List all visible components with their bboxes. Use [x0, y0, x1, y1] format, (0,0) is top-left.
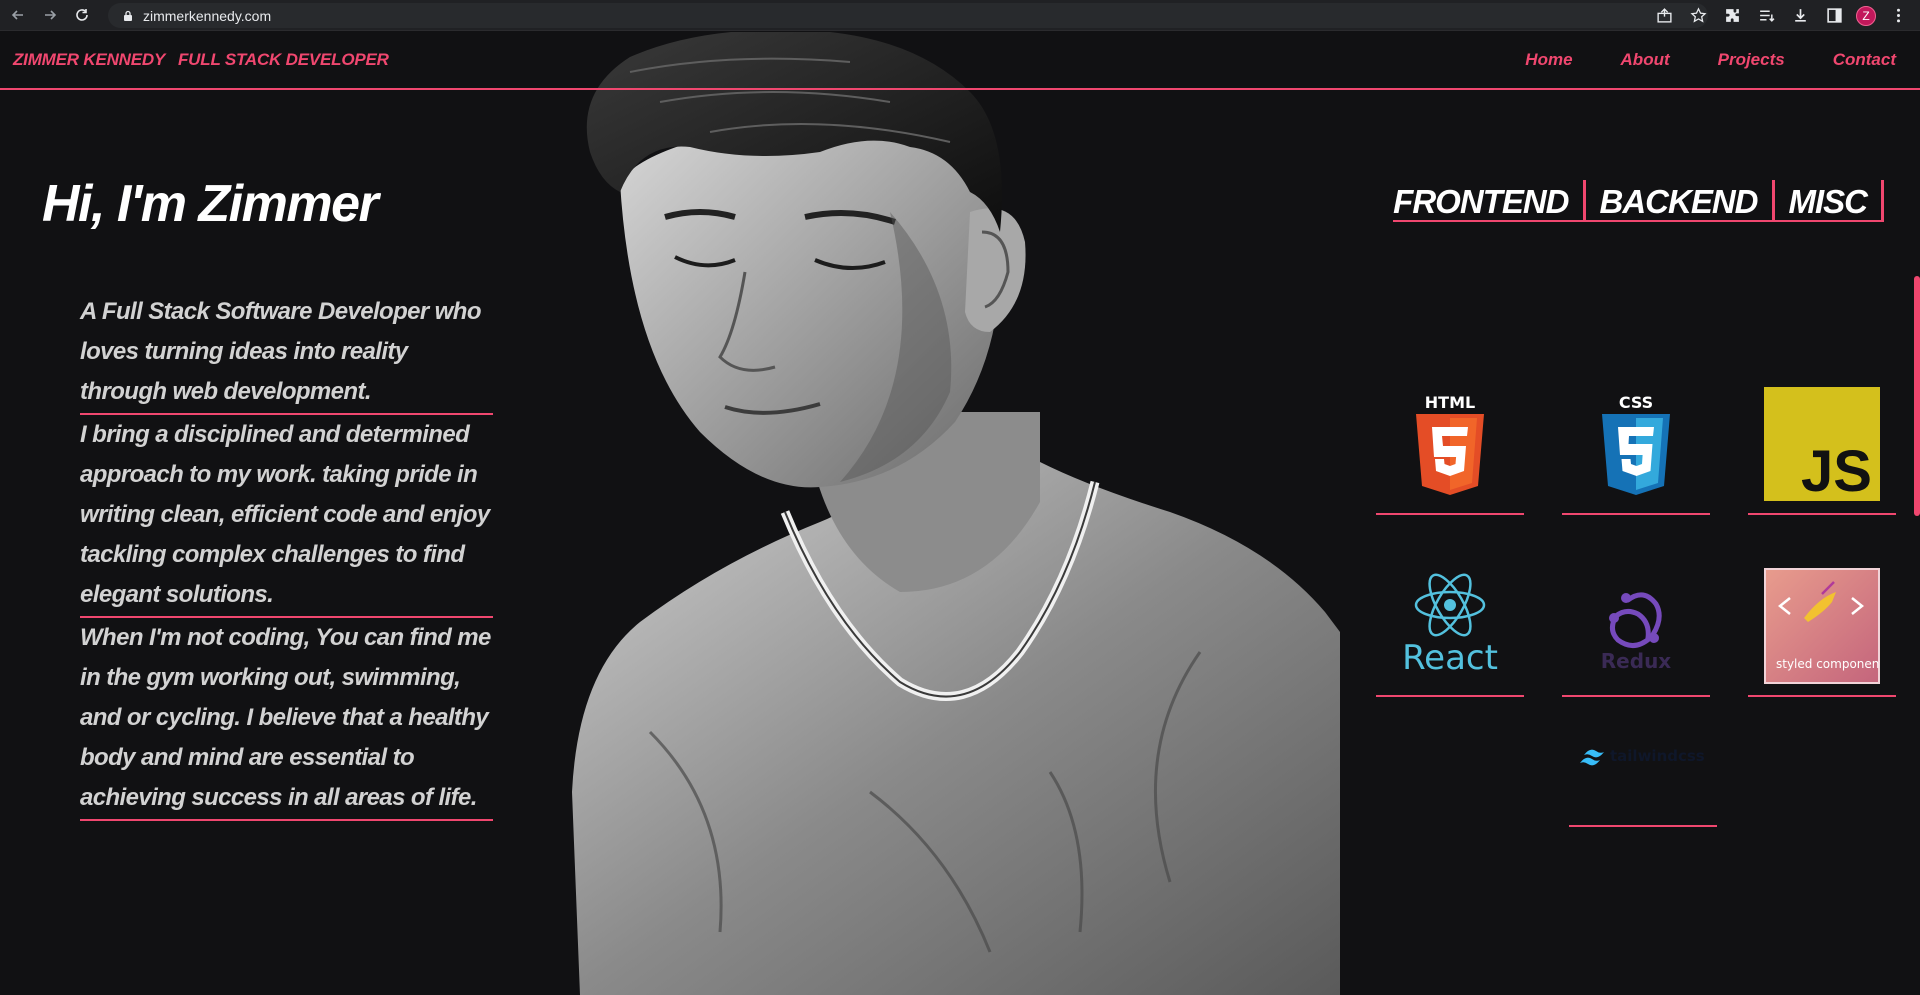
skill-javascript: JS: [1748, 375, 1896, 515]
tab-backend[interactable]: BACKEND: [1585, 180, 1775, 222]
tab-frontend[interactable]: FRONTEND: [1393, 180, 1586, 222]
address-bar[interactable]: zimmerkennedy.com: [108, 3, 1708, 28]
skill-redux: Redux: [1562, 557, 1710, 697]
html-label: HTML: [1425, 393, 1475, 412]
share-icon[interactable]: [1652, 4, 1676, 28]
hero-portrait-image: [572, 32, 1340, 995]
page-content: ZIMMER KENNEDY FULL STACK DEVELOPER Home…: [0, 32, 1920, 995]
redux-icon: Redux: [1601, 592, 1672, 673]
tailwind-label: tailwindcss: [1610, 747, 1705, 765]
side-panel-icon[interactable]: [1822, 4, 1846, 28]
redux-label: Redux: [1601, 649, 1672, 673]
about-paragraph-3: When I'm not coding, You can find me in …: [80, 618, 493, 821]
styled-components-icon: styled components: [1764, 568, 1880, 684]
react-icon: React: [1402, 573, 1498, 678]
skill-tailwind: tailwindcss: [1569, 687, 1717, 827]
brand-name[interactable]: ZIMMER KENNEDY: [13, 50, 165, 70]
site-navbar: ZIMMER KENNEDY FULL STACK DEVELOPER Home…: [0, 32, 1920, 90]
menu-icon[interactable]: [1886, 4, 1910, 28]
back-icon[interactable]: [4, 1, 32, 29]
page-scrollbar[interactable]: [1914, 276, 1920, 516]
about-text: A Full Stack Software Developer who love…: [80, 292, 493, 821]
nav-links: Home About Projects Contact: [1525, 50, 1896, 70]
skill-html: HTML: [1376, 375, 1524, 515]
nav-link-about[interactable]: About: [1621, 50, 1670, 70]
reload-icon[interactable]: [68, 1, 96, 29]
extensions-icon[interactable]: [1720, 4, 1744, 28]
css-label: CSS: [1619, 393, 1653, 412]
about-paragraph-1: A Full Stack Software Developer who love…: [80, 292, 493, 415]
url-text: zimmerkennedy.com: [143, 7, 272, 24]
skills-tabs: FRONTEND BACKEND MISC: [1393, 180, 1884, 222]
brand-role: FULL STACK DEVELOPER: [178, 50, 389, 69]
lock-icon: [124, 10, 132, 21]
nav-link-projects[interactable]: Projects: [1718, 50, 1785, 70]
react-label: React: [1402, 638, 1498, 678]
tab-misc[interactable]: MISC: [1774, 180, 1884, 222]
skill-react: React: [1376, 557, 1524, 697]
forward-icon[interactable]: [36, 1, 64, 29]
javascript-icon: JS: [1764, 387, 1880, 501]
download-icon[interactable]: [1788, 4, 1812, 28]
styled-components-label: styled components: [1776, 657, 1880, 671]
hero-headline: Hi, I'm Zimmer: [42, 175, 379, 233]
about-paragraph-2: I bring a disciplined and determined app…: [80, 415, 493, 618]
profile-avatar[interactable]: Z: [1856, 5, 1876, 26]
tailwind-icon: tailwindcss: [1580, 747, 1705, 766]
js-label: JS: [1801, 439, 1872, 501]
nav-link-contact[interactable]: Contact: [1833, 50, 1896, 70]
html5-icon: HTML: [1416, 393, 1484, 495]
browser-toolbar: zimmerkennedy.com Z: [0, 0, 1920, 31]
skill-css: CSS: [1562, 375, 1710, 515]
css3-icon: CSS: [1602, 393, 1670, 495]
nav-link-home[interactable]: Home: [1525, 50, 1572, 70]
skill-styled-components: styled components: [1748, 557, 1896, 697]
reading-list-icon[interactable]: [1754, 4, 1778, 28]
star-icon[interactable]: [1686, 4, 1710, 28]
